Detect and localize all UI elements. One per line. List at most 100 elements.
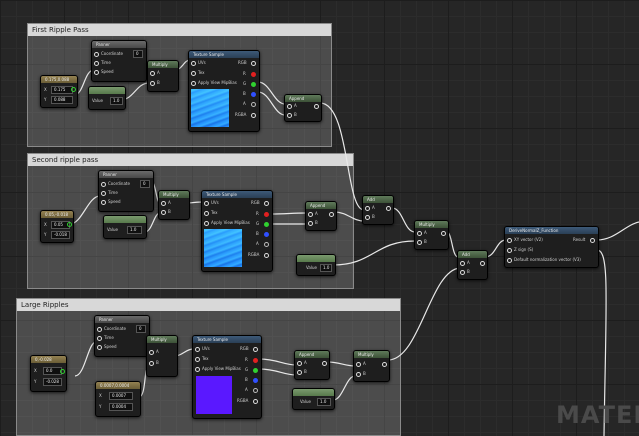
scalar-node-large[interactable]: Value 1.0 — [292, 388, 335, 410]
b-pin[interactable] — [264, 232, 269, 237]
output-pin[interactable] — [441, 231, 446, 236]
value-field[interactable]: 1.0 — [317, 398, 331, 406]
output-pin[interactable] — [67, 222, 72, 227]
a-pin[interactable] — [287, 104, 292, 109]
output-pin[interactable] — [71, 87, 76, 92]
b-pin[interactable] — [150, 81, 155, 86]
speed-pin[interactable] — [97, 345, 102, 350]
mipbias-pin[interactable] — [191, 81, 196, 86]
multiply-node-mid[interactable]: Multiply A B — [414, 220, 449, 250]
output-pin[interactable] — [382, 362, 387, 367]
append-node-first[interactable]: Append A B — [284, 94, 322, 122]
coordinate-index-field[interactable]: 0 — [140, 180, 150, 188]
rgb-pin[interactable] — [253, 347, 258, 352]
texture-sample-node-first[interactable]: Texture Sample UVs Tex Apply View MipBia… — [188, 50, 260, 132]
result-pin[interactable] — [590, 238, 595, 243]
a-pin[interactable] — [149, 350, 154, 355]
coordinate-pin[interactable] — [97, 327, 102, 332]
coordinate-pin[interactable] — [94, 52, 99, 57]
a-pin[interactable] — [460, 261, 465, 266]
uvs-pin[interactable] — [191, 61, 196, 66]
coordinate-index-field[interactable]: 0 — [133, 50, 143, 58]
x-value-field[interactable]: 0.175 — [51, 86, 73, 94]
multiply-node-large[interactable]: Multiply A B — [146, 335, 178, 377]
a-pin[interactable] — [417, 231, 422, 236]
output-pin[interactable] — [322, 361, 327, 366]
a-pin[interactable] — [365, 206, 370, 211]
append-node-second[interactable]: Append A B — [305, 201, 337, 231]
a-pin[interactable] — [253, 388, 258, 393]
rgba-pin[interactable] — [253, 399, 258, 404]
scalar-node-first[interactable]: Value 1.0 — [88, 86, 126, 110]
panner-node-large[interactable]: Panner Coordinate 0 Time Speed — [94, 315, 150, 357]
value-field[interactable]: 1.0 — [320, 264, 332, 272]
panner-node-second[interactable]: Panner Coordinate 0 Time Speed — [98, 170, 154, 212]
b-pin[interactable] — [356, 372, 361, 377]
b-pin[interactable] — [253, 378, 258, 383]
g-pin[interactable] — [253, 368, 258, 373]
rgb-pin[interactable] — [264, 201, 269, 206]
r-pin[interactable] — [264, 212, 269, 217]
multiply-node-second[interactable]: Multiply A B — [158, 190, 190, 220]
tex-pin[interactable] — [191, 71, 196, 76]
y-value-field[interactable]: 0.088 — [51, 96, 73, 104]
r-pin[interactable] — [253, 358, 258, 363]
coordinate-pin[interactable] — [101, 182, 106, 187]
a-pin[interactable] — [150, 71, 155, 76]
a-pin[interactable] — [161, 201, 166, 206]
mipbias-pin[interactable] — [195, 367, 200, 372]
speed-pin[interactable] — [101, 200, 106, 205]
derive-normal-z-node[interactable]: DeriveNormalZ_Function XY vector (V2) Z … — [504, 226, 599, 268]
xy-vector-pin[interactable] — [507, 238, 512, 243]
default-normalization-pin[interactable] — [507, 258, 512, 263]
material-graph-canvas[interactable]: First Ripple Pass Second ripple pass Lar… — [0, 0, 639, 436]
a-pin[interactable] — [251, 102, 256, 107]
b-pin[interactable] — [460, 270, 465, 275]
b-pin[interactable] — [251, 92, 256, 97]
z-sign-pin[interactable] — [507, 248, 512, 253]
tex-pin[interactable] — [195, 357, 200, 362]
y-value-field[interactable]: -0.018 — [51, 231, 70, 239]
g-pin[interactable] — [251, 82, 256, 87]
b-pin[interactable] — [149, 361, 154, 366]
output-pin[interactable] — [329, 212, 334, 217]
a-pin[interactable] — [297, 361, 302, 366]
b-pin[interactable] — [161, 210, 166, 215]
b-pin[interactable] — [287, 113, 292, 118]
x-value-field[interactable]: 0.0007 — [109, 392, 133, 400]
b-pin[interactable] — [308, 221, 313, 226]
constant2vector-node-first[interactable]: 0.175,0.088 X 0.175 Y 0.088 — [40, 75, 78, 108]
value-field[interactable]: 1.0 — [110, 97, 123, 105]
g-pin[interactable] — [264, 222, 269, 227]
append-node-large[interactable]: Append A B — [294, 350, 330, 380]
mipbias-pin[interactable] — [204, 221, 209, 226]
constant2vector-node-second[interactable]: 0.05,-0.018 X 0.05 Y -0.018 — [40, 210, 74, 243]
a-pin[interactable] — [308, 212, 313, 217]
output-pin[interactable] — [314, 104, 319, 109]
tex-pin[interactable] — [204, 211, 209, 216]
scalar-node-mid[interactable]: Value 1.0 — [296, 254, 336, 276]
b-pin[interactable] — [417, 240, 422, 245]
scalar-node-second[interactable]: Value 1.0 — [103, 215, 147, 239]
constant2vector-node-large[interactable]: 0,-0.028 X 0.0 Y -0.028 — [30, 355, 67, 392]
output-pin[interactable] — [60, 369, 65, 374]
rgb-pin[interactable] — [251, 61, 256, 66]
b-pin[interactable] — [297, 370, 302, 375]
texture-sample-node-second[interactable]: Texture Sample UVs Tex Apply View MipBia… — [201, 190, 273, 272]
y-value-field[interactable]: 0.0004 — [109, 403, 133, 411]
texture-sample-node-large[interactable]: Texture Sample UVs Tex Apply View MipBia… — [192, 335, 262, 419]
output-pin[interactable] — [480, 261, 485, 266]
rgba-pin[interactable] — [251, 113, 256, 118]
value-field[interactable]: 1.0 — [127, 226, 142, 234]
add-node-second[interactable]: Add A B — [457, 250, 488, 280]
uvs-pin[interactable] — [195, 347, 200, 352]
output-pin[interactable] — [386, 206, 391, 211]
time-pin[interactable] — [94, 61, 99, 66]
multiply-node-large-out[interactable]: Multiply A B — [353, 350, 390, 382]
uvs-pin[interactable] — [204, 201, 209, 206]
y-value-field[interactable]: -0.028 — [43, 378, 62, 386]
time-pin[interactable] — [97, 336, 102, 341]
a-pin[interactable] — [264, 242, 269, 247]
a-pin[interactable] — [356, 362, 361, 367]
r-pin[interactable] — [251, 72, 256, 77]
